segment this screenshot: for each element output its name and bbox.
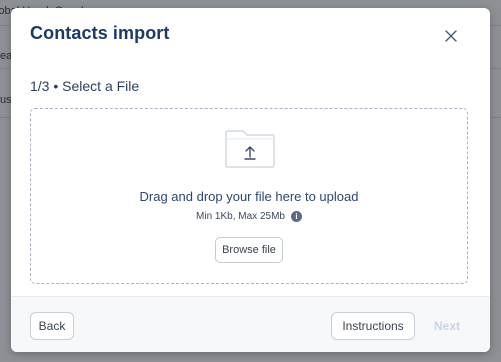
modal-footer: Back Instructions Next (11, 296, 490, 352)
instructions-button[interactable]: Instructions (331, 312, 415, 340)
dropzone-instruction: Drag and drop your file here to upload (139, 189, 359, 204)
next-button[interactable]: Next (425, 312, 469, 340)
folder-upload-icon (225, 130, 275, 168)
file-dropzone[interactable]: Drag and drop your file here to upload M… (30, 108, 468, 284)
info-icon[interactable]: i (290, 211, 302, 222)
modal-title: Contacts import (30, 23, 170, 43)
close-icon (445, 30, 457, 42)
file-size-limits-text: Min 1Kb, Max 25Mb (196, 211, 285, 222)
back-button[interactable]: Back (30, 312, 74, 340)
browse-file-button[interactable]: Browse file (215, 237, 283, 263)
step-indicator: 1/3 • Select a File (30, 78, 140, 94)
close-button[interactable] (441, 26, 461, 46)
background-row-text: us (0, 94, 12, 106)
file-size-limits: Min 1Kb, Max 25Mb i (31, 211, 467, 222)
contacts-import-modal: Contacts import 1/3 • Select a File Drag… (11, 8, 490, 352)
